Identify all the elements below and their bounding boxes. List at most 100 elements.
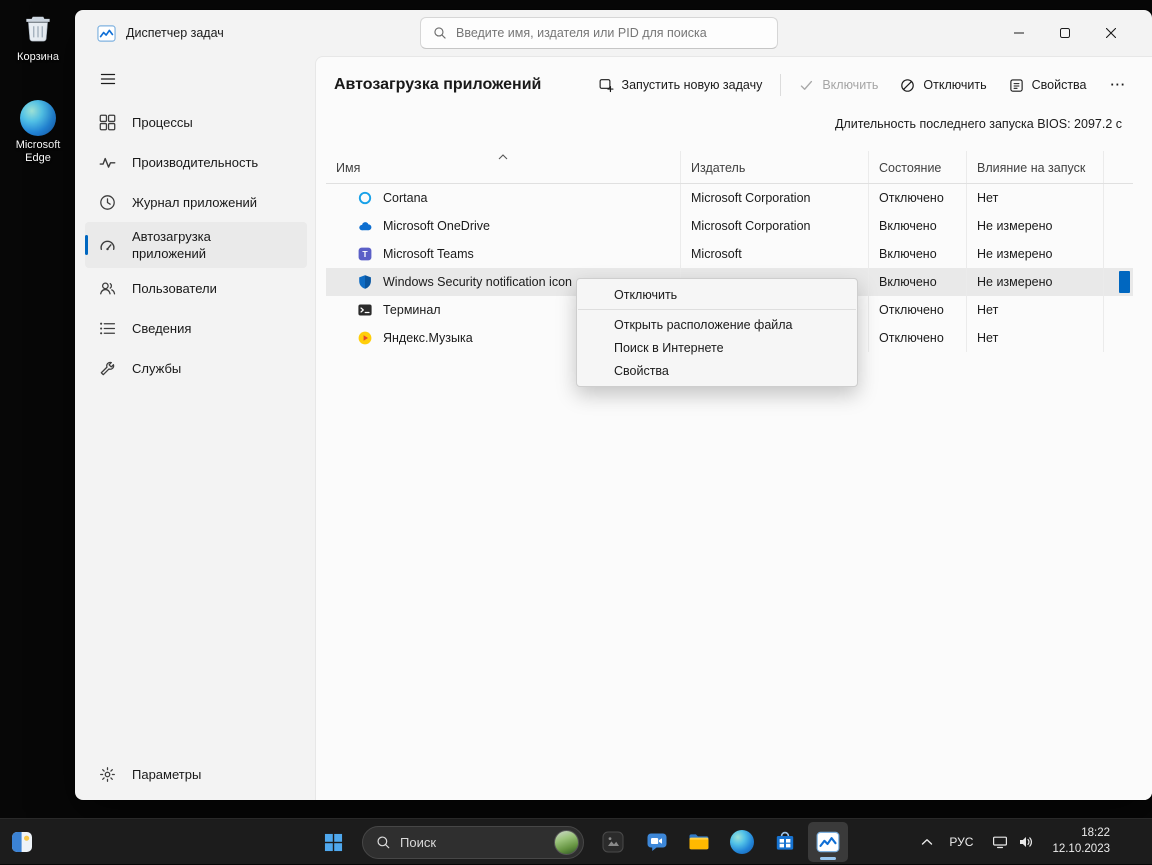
context-menu-item-properties[interactable]: Свойства xyxy=(577,359,857,382)
sidebar-item-label: Производительность xyxy=(132,155,258,170)
context-menu-item-disable[interactable]: Отключить xyxy=(577,283,857,306)
chat-button[interactable] xyxy=(636,822,676,862)
sidebar-spacer xyxy=(85,388,307,754)
more-button[interactable]: ··· xyxy=(1099,71,1139,99)
edge-icon xyxy=(20,100,56,136)
language-indicator[interactable]: РУС xyxy=(949,835,973,849)
startup-apps-icon xyxy=(99,237,116,254)
column-header-impact[interactable]: Влияние на запуск xyxy=(967,151,1104,183)
sidebar-item-services[interactable]: Службы xyxy=(85,350,307,386)
app-name: Windows Security notification icon xyxy=(383,275,572,289)
taskbar-center: Поиск xyxy=(313,819,848,865)
minimize-icon xyxy=(1014,28,1024,38)
properties-label: Свойства xyxy=(1032,78,1087,92)
clock[interactable]: 18:22 12.10.2023 xyxy=(1052,826,1116,857)
toolbar: Запустить новую задачу Включить Отключит… xyxy=(589,71,1138,100)
edge-button[interactable] xyxy=(722,822,762,862)
column-label: Состояние xyxy=(879,161,941,175)
maximize-button[interactable] xyxy=(1042,10,1088,56)
processes-icon xyxy=(99,114,116,131)
onedrive-icon xyxy=(357,218,373,234)
users-icon xyxy=(99,280,116,297)
app-name-cell: Cortana xyxy=(326,184,681,212)
edge-icon xyxy=(730,830,754,854)
run-new-task-button[interactable]: Запустить новую задачу xyxy=(589,71,773,100)
sidebar-item-users[interactable]: Пользователи xyxy=(85,270,307,306)
search-input[interactable]: Введите имя, издателя или PID для поиска xyxy=(420,17,778,49)
context-menu-item-open-file-location[interactable]: Открыть расположение файла xyxy=(577,313,857,336)
file-explorer-button[interactable] xyxy=(679,822,719,862)
app-name: Cortana xyxy=(383,191,427,205)
clock-time: 18:22 xyxy=(1052,826,1110,842)
column-header-status[interactable]: Состояние xyxy=(869,151,967,183)
filler-cell xyxy=(1104,296,1133,324)
sidebar-item-app-history[interactable]: Журнал приложений xyxy=(85,184,307,220)
window-title: Диспетчер задач xyxy=(126,26,224,40)
sidebar-item-processes[interactable]: Процессы xyxy=(85,104,307,140)
microsoft-store-icon xyxy=(773,830,797,854)
system-tray: РУС 18:22 12.10.2023 xyxy=(915,819,1116,865)
window-controls xyxy=(996,10,1134,56)
svg-text:T: T xyxy=(362,249,368,259)
sidebar-item-details[interactable]: Сведения xyxy=(85,310,307,346)
details-icon xyxy=(99,320,116,337)
sidebar: Процессы Производительность Журнал прило… xyxy=(75,56,315,800)
maximize-icon xyxy=(1060,28,1070,38)
performance-icon xyxy=(99,154,116,171)
network-icon xyxy=(992,834,1008,850)
impact-cell: Не измерено xyxy=(967,268,1104,296)
sidebar-item-label: Процессы xyxy=(132,115,193,130)
page-title: Автозагрузка приложений xyxy=(334,76,541,94)
task-manager-button[interactable] xyxy=(808,822,848,862)
column-header-publisher[interactable]: Издатель xyxy=(681,151,869,183)
widgets-icon[interactable] xyxy=(11,831,33,853)
table-row[interactable]: T Microsoft Teams Microsoft Включено Не … xyxy=(326,240,1133,268)
properties-button[interactable]: Свойства xyxy=(999,71,1097,100)
sidebar-item-label: Службы xyxy=(132,361,181,376)
settings-gear-icon xyxy=(99,766,116,783)
app-name: Microsoft OneDrive xyxy=(383,219,490,233)
enable-button[interactable]: Включить xyxy=(789,71,888,100)
table-header: Имя Издатель Состояние Влияние на запуск xyxy=(326,151,1133,184)
column-label: Издатель xyxy=(691,161,745,175)
properties-icon xyxy=(1009,78,1024,93)
disable-button[interactable]: Отключить xyxy=(890,71,996,100)
network-button[interactable] xyxy=(992,834,1008,850)
status-cell: Отключено xyxy=(869,324,967,352)
menu-toggle-button[interactable] xyxy=(89,62,127,96)
publisher-cell: Microsoft xyxy=(681,240,869,268)
services-icon xyxy=(99,360,116,377)
sort-ascending-icon xyxy=(498,154,508,160)
context-menu-item-search-online[interactable]: Поиск в Интернете xyxy=(577,336,857,359)
chat-icon xyxy=(644,830,668,854)
microsoft-store-button[interactable] xyxy=(765,822,805,862)
chevron-up-icon xyxy=(921,838,933,846)
impact-cell: Нет xyxy=(967,184,1104,212)
toolbar-divider xyxy=(780,74,781,96)
tray-overflow-button[interactable] xyxy=(915,832,939,852)
recycle-bin-icon xyxy=(20,12,56,48)
column-header-name[interactable]: Имя xyxy=(326,151,681,183)
minimize-button[interactable] xyxy=(996,10,1042,56)
sidebar-item-performance[interactable]: Производительность xyxy=(85,144,307,180)
volume-button[interactable] xyxy=(1018,834,1034,850)
check-icon xyxy=(799,78,814,93)
app-name: Microsoft Teams xyxy=(383,247,474,261)
file-explorer-icon xyxy=(687,830,711,854)
table-row[interactable]: Cortana Microsoft Corporation Отключено … xyxy=(326,184,1133,212)
app-name-cell: T Microsoft Teams xyxy=(326,240,681,268)
recycle-bin-desktop-icon[interactable]: Корзина xyxy=(5,12,71,64)
table-row[interactable]: Microsoft OneDrive Microsoft Corporation… xyxy=(326,212,1133,240)
pinned-app-button[interactable] xyxy=(593,822,633,862)
taskbar-search-box[interactable]: Поиск xyxy=(362,826,584,859)
search-highlight-image[interactable] xyxy=(554,830,579,855)
close-button[interactable] xyxy=(1088,10,1134,56)
start-button[interactable] xyxy=(313,822,353,862)
column-label: Имя xyxy=(336,161,360,175)
windows-security-icon xyxy=(357,274,373,290)
titlebar[interactable]: Диспетчер задач Введите имя, издателя ил… xyxy=(75,10,1152,56)
sidebar-item-startup-apps[interactable]: Автозагрузка приложений xyxy=(85,222,307,268)
hamburger-icon xyxy=(100,71,116,87)
sidebar-item-settings[interactable]: Параметры xyxy=(85,756,307,792)
edge-desktop-icon[interactable]: Microsoft Edge xyxy=(5,100,71,165)
